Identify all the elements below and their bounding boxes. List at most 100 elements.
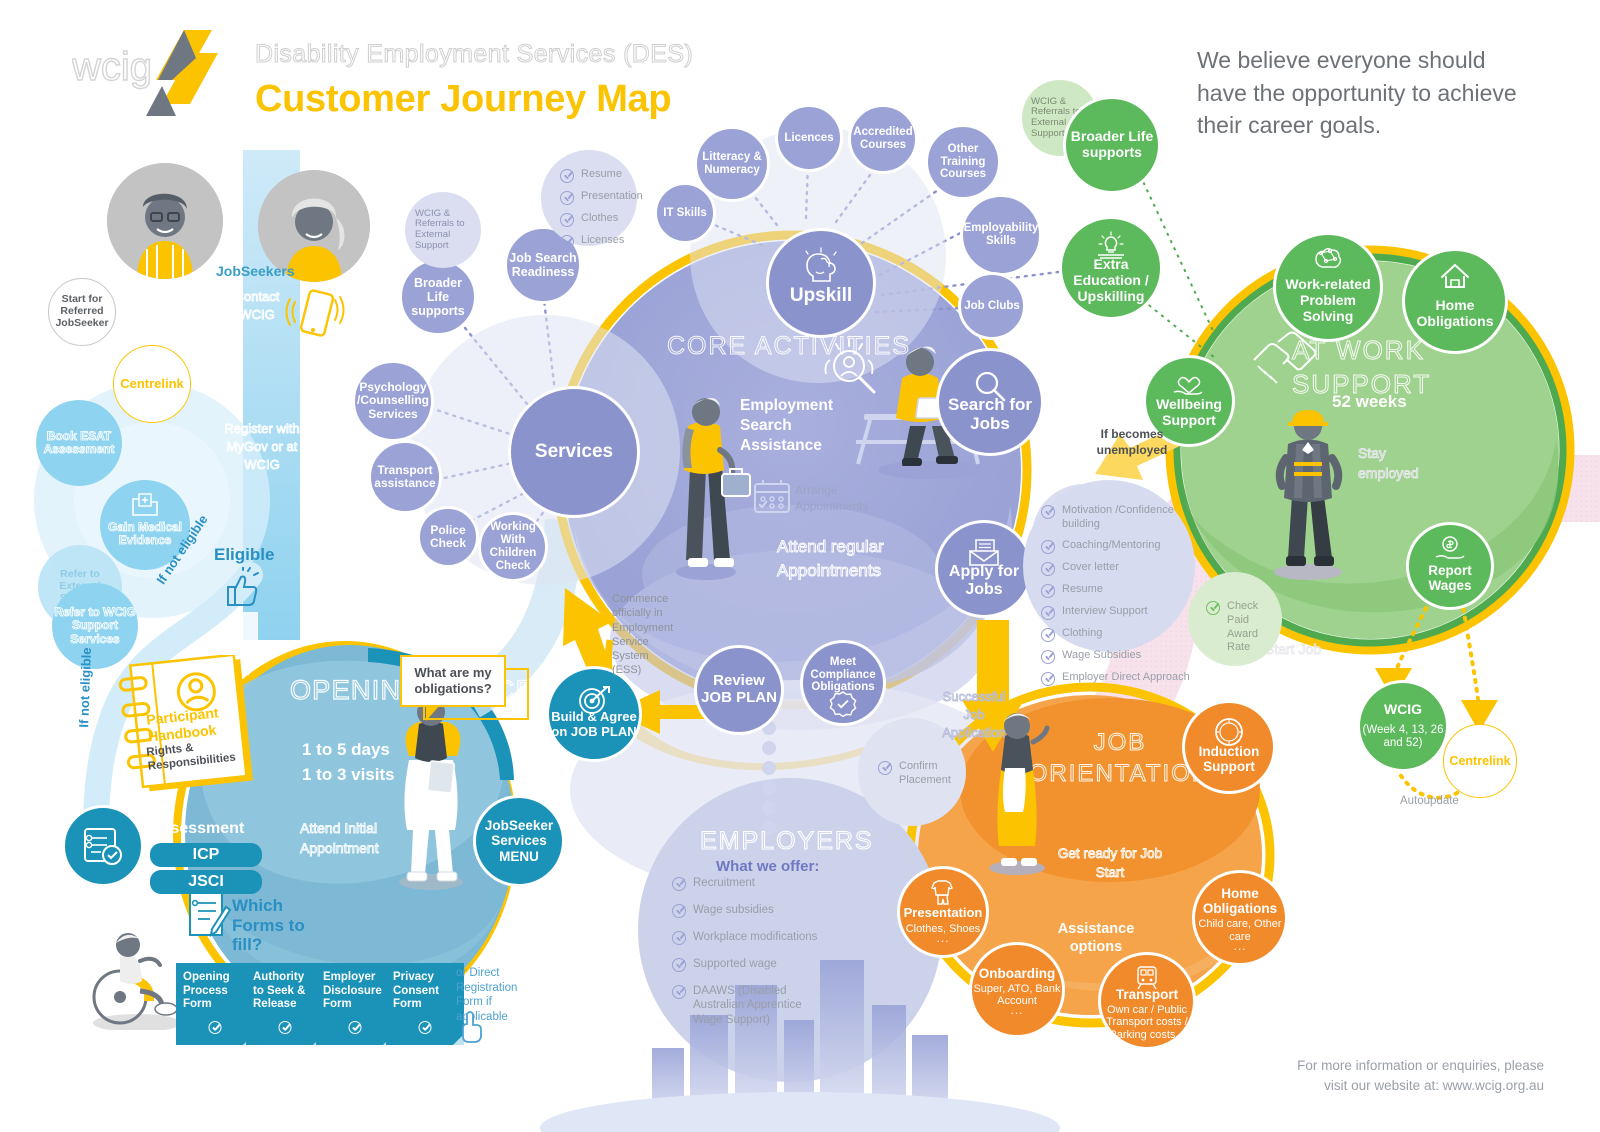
orientation-bubble-home-obligations[interactable]: Home Obligations Child care, Other care … (1192, 870, 1288, 966)
satellite-label: Job Clubs (964, 299, 1020, 312)
checklist-item: Resume (1041, 583, 1195, 598)
assessment-label: Assessment (150, 820, 245, 837)
wcig-weeks-bubble[interactable]: WCIG (Week 4, 13, 26 and 52) (1357, 680, 1449, 772)
atwork-bubble-work-related-problem-solving[interactable]: Work-related Problem Solving (1273, 232, 1383, 342)
if-becomes-unemployed-label: If becomes unemployed (1096, 427, 1168, 457)
check-icon (1041, 627, 1055, 642)
start-referred-label: Start for Referred JobSeeker (55, 293, 109, 329)
services-hub-bubble[interactable]: Services (508, 386, 640, 518)
checklist-item: Motivation /Confidence building (1041, 504, 1195, 532)
form-card-employer-disclosure[interactable]: Employer Disclosure Form (316, 963, 394, 1045)
upskill-satellite-other-training[interactable]: Other Training Courses (925, 124, 1001, 200)
upskill-satellite-employability-skills[interactable]: Employability Skills (960, 194, 1042, 276)
checklist-item: Check Paid Award Rate (1206, 600, 1282, 655)
meet-compliance-bubble[interactable]: Meet Compliance Obligations (800, 640, 886, 726)
search-for-jobs-bubble[interactable]: Search for Jobs (936, 348, 1044, 456)
centrelink-bubble-right[interactable]: Centrelink (1443, 724, 1517, 798)
satellite-label: Licences (784, 131, 834, 144)
get-ready-job-start-label: Get ready for Job Start (1057, 846, 1163, 881)
eligible-label: Eligible (214, 545, 275, 564)
medical-folder-icon (132, 493, 158, 516)
services-satellite-broader-life-supports[interactable]: Broader Life supports (399, 258, 477, 336)
services-satellite-working-with-children[interactable]: Working With Children Check (478, 512, 548, 582)
check-icon (208, 1021, 222, 1034)
apply-for-jobs-bubble[interactable]: Apply for Jobs (935, 520, 1033, 618)
employers-subtitle: What we offer: (716, 858, 820, 875)
avatar-jobseeker-1 (107, 163, 223, 279)
book-esat-label: Book ESAT Assessment (43, 428, 115, 456)
checklist-item: Coaching/Mentoring (1041, 539, 1195, 554)
check-icon (672, 931, 686, 945)
stay-employed-label: Stay employed (1358, 445, 1420, 481)
orientation-bubble-onboarding[interactable]: Onboarding Super, ATO, Bank Account ... (969, 942, 1065, 1038)
check-icon (560, 191, 574, 205)
form-card-opening-process[interactable]: Opening Process Form (176, 963, 254, 1045)
wcig-weeks-title: WCIG (1383, 701, 1423, 718)
atwork-bubble-home-obligations[interactable]: Home Obligations (1402, 248, 1508, 354)
checklist-item: Resume (560, 168, 637, 183)
compass-icon (1215, 718, 1243, 746)
assistance-options-label: Assistance options (1057, 921, 1135, 956)
page-title: Customer Journey Map (255, 78, 672, 120)
check-icon (1041, 583, 1055, 598)
services-satellite-transport-assistance[interactable]: Transport assistance (368, 440, 442, 514)
money-hand-icon (1435, 536, 1465, 559)
apply-for-jobs-label: Apply for Jobs (948, 563, 1020, 598)
check-icon (560, 213, 574, 227)
form-card-privacy-consent[interactable]: Privacy Consent Form (386, 963, 464, 1045)
atwork-bubble-broader-life-supports[interactable]: Broader Life supports (1063, 96, 1161, 194)
obligations-speech-bubble: What are my obligations? (400, 655, 506, 721)
home-icon (1441, 263, 1469, 288)
start-referred-bubble[interactable]: Start for Referred JobSeeker (48, 278, 116, 346)
upskill-satellite-accredited-courses[interactable]: Accredited Courses (848, 104, 918, 174)
commence-ess-label: Commence officially in Employment Servic… (612, 593, 674, 677)
target-arrow-icon (579, 686, 610, 714)
avatar-jobseeker-briefcase (660, 390, 752, 585)
atwork-bubble-extra-education[interactable]: Extra Education / Upskilling (1059, 216, 1163, 320)
check-icon (418, 1021, 432, 1034)
report-wages-bubble[interactable]: Report Wages (1406, 522, 1494, 610)
opening-days: 1 to 5 days (302, 740, 390, 759)
readiness-checklist-bubble: Resume Presentation Clothes Licenses (541, 150, 643, 249)
build-agree-job-plan-bubble[interactable]: Build & Agree on JOB PLAN (546, 666, 642, 762)
checklist-item: Licenses (560, 234, 637, 249)
jobseeker-services-menu-bubble[interactable]: JobSeeker Services MENU (473, 795, 565, 887)
footer: For more information or enquiries, pleas… (1297, 1056, 1544, 1097)
assessment-icon-bubble[interactable] (62, 805, 144, 887)
induction-support-label: Induction Support (1198, 743, 1260, 774)
checklist-item: Clothes (560, 212, 637, 227)
check-icon (672, 985, 686, 999)
avatar-orientation-staff (975, 706, 1059, 881)
services-satellite-psychology-counselling[interactable]: Psychology /Counselling Services (352, 360, 434, 442)
assessment-pill-icp[interactable]: ICP (150, 843, 262, 867)
upskill-hub-bubble[interactable]: Upskill (766, 228, 876, 338)
list-item: Wage subsidies (672, 903, 887, 918)
bubble-title: Wellbeing Support (1156, 396, 1222, 428)
checklist-item: Cover letter (1041, 561, 1195, 576)
upskill-satellite-licences[interactable]: Licences (775, 104, 843, 172)
induction-support-bubble[interactable]: Induction Support (1182, 700, 1276, 794)
satellite-label: Accredited Courses (853, 126, 913, 151)
upskill-satellite-literacy-numeracy[interactable]: Litteracy & Numeracy (694, 126, 770, 202)
list-item: DAAWS (Disabled Australian Apprentice Wa… (672, 984, 887, 1027)
pointing-hand-icon (458, 1010, 486, 1049)
book-esat-bubble[interactable]: Book ESAT Assessment (36, 400, 122, 486)
ghost-label: WCIG & Referrals to External Support (415, 207, 465, 251)
review-job-plan-bubble[interactable]: Review JOB PLAN (694, 645, 784, 735)
check-icon (672, 904, 686, 918)
checklist-item: Interview Support (1041, 605, 1195, 620)
jobseeker-menu-label: JobSeeker Services MENU (484, 818, 554, 864)
check-icon (1041, 605, 1055, 620)
form-card-authority-seek-release[interactable]: Authority to Seek & Release (246, 963, 324, 1045)
services-satellite-police-check[interactable]: Police Check (417, 506, 479, 568)
bubble-title: Extra Education / Upskilling (1073, 256, 1149, 304)
check-icon (672, 877, 686, 891)
wcig-weeks-sub: (Week 4, 13, 26 and 52) (1362, 723, 1444, 749)
centrelink-bubble-left[interactable]: Centrelink (113, 345, 191, 423)
brain-head-icon (805, 247, 837, 282)
checklist-item: Wage Subsidies (1041, 649, 1195, 664)
checklist-icon (84, 828, 122, 865)
heart-hand-icon (1173, 376, 1203, 395)
orientation-bubble-transport[interactable]: Transport Own car / Public Transport cos… (1098, 952, 1196, 1050)
bubble-title: Home Obligations (1416, 297, 1494, 329)
